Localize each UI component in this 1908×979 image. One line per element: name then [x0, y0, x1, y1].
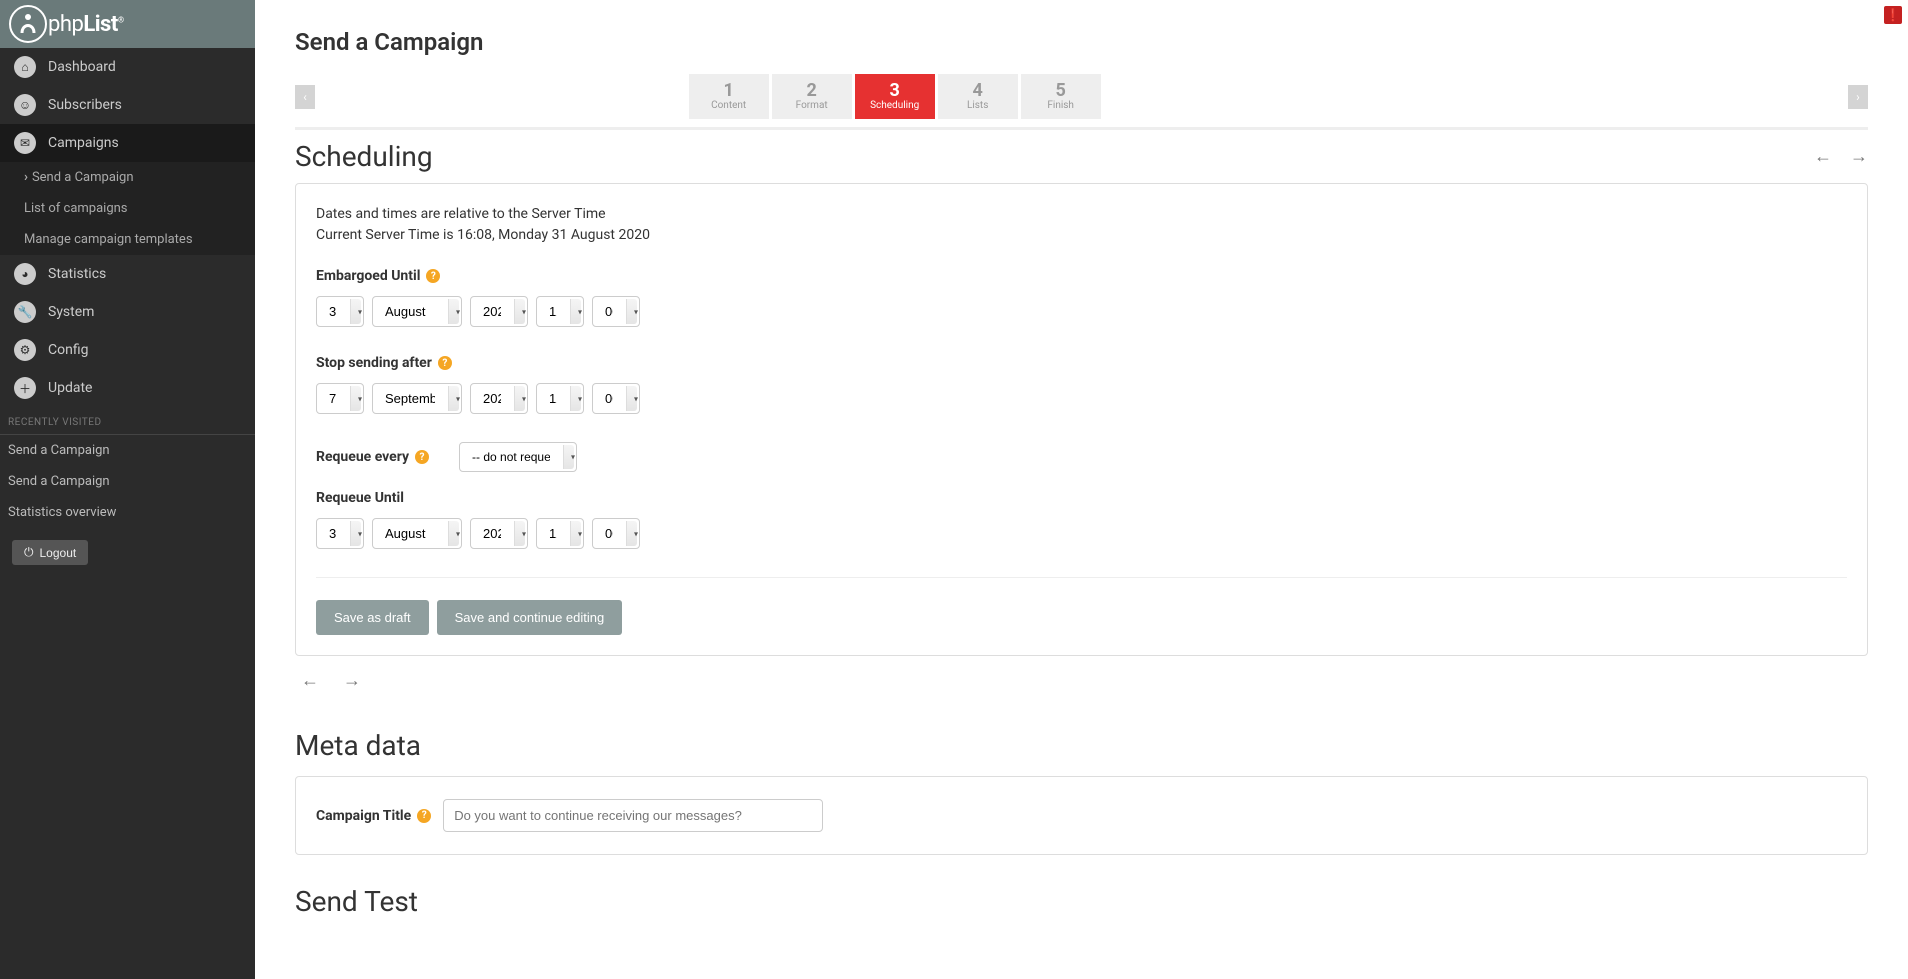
page-title: Send a Campaign: [275, 0, 1888, 74]
requeue-year-select[interactable]: 2020: [470, 518, 528, 549]
send-test-heading: Send Test: [275, 855, 1888, 924]
nav-system[interactable]: 🔧 System: [0, 293, 255, 331]
requeue-month-select[interactable]: August: [372, 518, 462, 549]
nav-dashboard-label: Dashboard: [48, 59, 116, 75]
help-icon[interactable]: ?: [438, 356, 452, 370]
logout-button[interactable]: ⏻ Logout: [12, 540, 88, 565]
subnav-list-campaigns[interactable]: List of campaigns: [0, 193, 255, 224]
recent-item[interactable]: Statistics overview: [0, 497, 255, 528]
gear-icon: ⚙: [14, 339, 36, 361]
nav-subscribers-label: Subscribers: [48, 97, 122, 113]
scheduling-heading: Scheduling: [295, 140, 1814, 173]
embargoed-hour-select[interactable]: 12: [536, 296, 584, 327]
bottom-next-arrow[interactable]: →: [343, 670, 361, 691]
nav-statistics[interactable]: ◕ Statistics: [0, 255, 255, 293]
server-time-note-1: Dates and times are relative to the Serv…: [316, 204, 1847, 225]
embargoed-label: Embargoed Until: [316, 268, 420, 284]
requeue-until-label: Requeue Until: [316, 490, 404, 506]
stop-hour-select[interactable]: 12: [536, 383, 584, 414]
home-icon: ⌂: [14, 56, 36, 78]
user-icon: ☺: [14, 94, 36, 116]
help-icon[interactable]: ?: [426, 269, 440, 283]
campaign-title-input[interactable]: [443, 799, 823, 832]
nav-campaigns[interactable]: ✉ Campaigns: [0, 124, 255, 162]
embargoed-day-select[interactable]: 31: [316, 296, 364, 327]
subnav-send-campaign[interactable]: › Send a Campaign: [0, 162, 255, 193]
requeue-min-select[interactable]: 00: [592, 518, 640, 549]
meta-heading: Meta data: [275, 705, 1888, 776]
bottom-prev-arrow[interactable]: ←: [301, 670, 319, 691]
notification-badge[interactable]: ❗: [1884, 6, 1902, 24]
wizard-nav: ‹ 1 Content 2 Format 3 Scheduling 4 List…: [275, 74, 1888, 119]
wizard-step-scheduling[interactable]: 3 Scheduling: [855, 74, 935, 119]
nav-update[interactable]: ＋ Update: [0, 369, 255, 407]
wizard-step-finish[interactable]: 5 Finish: [1021, 74, 1101, 119]
help-icon[interactable]: ?: [415, 450, 429, 464]
requeue-day-select[interactable]: 31: [316, 518, 364, 549]
embargoed-month-select[interactable]: August: [372, 296, 462, 327]
nav-config[interactable]: ⚙ Config: [0, 331, 255, 369]
wizard-step-lists[interactable]: 4 Lists: [938, 74, 1018, 119]
wizard-step-content[interactable]: 1 Content: [689, 74, 769, 119]
campaigns-submenu: › Send a Campaign List of campaigns Mana…: [0, 162, 255, 255]
section-next-arrow[interactable]: →: [1850, 146, 1868, 167]
wizard-step-format[interactable]: 2 Format: [772, 74, 852, 119]
recent-item[interactable]: Send a Campaign: [0, 435, 255, 466]
save-continue-button[interactable]: Save and continue editing: [437, 600, 623, 635]
help-icon[interactable]: ?: [417, 809, 431, 823]
campaign-title-label: Campaign Title: [316, 808, 411, 824]
stats-icon: ◕: [14, 263, 36, 285]
recent-header: RECENTLY VISITED: [0, 407, 255, 435]
scheduling-panel: Dates and times are relative to the Serv…: [295, 183, 1868, 656]
plus-icon: ＋: [14, 377, 36, 399]
nav-system-label: System: [48, 304, 94, 320]
wizard-next-button[interactable]: ›: [1848, 85, 1868, 109]
nav-campaigns-label: Campaigns: [48, 135, 119, 151]
requeue-every-select[interactable]: -- do not requeue: [459, 442, 577, 472]
brand-icon: [8, 4, 48, 44]
stop-day-select[interactable]: 7: [316, 383, 364, 414]
stop-label: Stop sending after: [316, 355, 432, 371]
chevron-right-icon: ›: [24, 170, 28, 185]
stop-year-select[interactable]: 2020: [470, 383, 528, 414]
nav-statistics-label: Statistics: [48, 266, 106, 282]
envelope-icon: ✉: [14, 132, 36, 154]
stop-min-select[interactable]: 00: [592, 383, 640, 414]
recent-item[interactable]: Send a Campaign: [0, 466, 255, 497]
stop-month-select[interactable]: September: [372, 383, 462, 414]
meta-panel: Campaign Title ?: [295, 776, 1868, 855]
subnav-manage-templates[interactable]: Manage campaign templates: [0, 224, 255, 255]
embargoed-min-select[interactable]: 00: [592, 296, 640, 327]
embargoed-year-select[interactable]: 2020: [470, 296, 528, 327]
nav-subscribers[interactable]: ☺ Subscribers: [0, 86, 255, 124]
brand-header[interactable]: phpList®: [0, 0, 255, 48]
power-icon: ⏻: [24, 545, 34, 560]
requeue-every-label: Requeue every: [316, 449, 409, 465]
nav-update-label: Update: [48, 380, 92, 396]
nav-dashboard[interactable]: ⌂ Dashboard: [0, 48, 255, 86]
nav-config-label: Config: [48, 342, 88, 358]
brand-name: phpList®: [48, 12, 124, 37]
main-content: Send a Campaign ‹ 1 Content 2 Format 3 S…: [255, 0, 1908, 964]
server-time-note-2: Current Server Time is 16:08, Monday 31 …: [316, 225, 1847, 246]
save-draft-button[interactable]: Save as draft: [316, 600, 429, 635]
sidebar: phpList® ⌂ Dashboard ☺ Subscribers ✉ Cam…: [0, 0, 255, 979]
requeue-hour-select[interactable]: 12: [536, 518, 584, 549]
wrench-icon: 🔧: [14, 301, 36, 323]
section-prev-arrow[interactable]: ←: [1814, 146, 1832, 167]
wizard-prev-button[interactable]: ‹: [295, 85, 315, 109]
